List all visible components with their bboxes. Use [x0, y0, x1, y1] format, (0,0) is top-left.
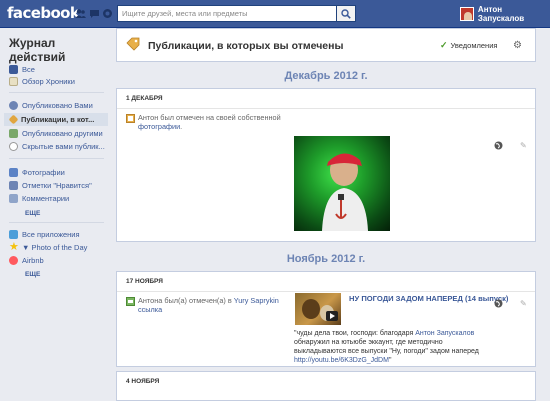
- timeline-icon: [9, 77, 18, 86]
- person-photo: [322, 153, 368, 231]
- sidebar-item-photo-of-the-day[interactable]: ★ ▼ Photo of the Day: [9, 241, 108, 254]
- apps-icon: [9, 230, 18, 239]
- sidebar-item-timeline-overview[interactable]: Обзор Хроники: [9, 75, 108, 88]
- sidebar-item-all-apps[interactable]: Все приложения: [9, 228, 108, 241]
- sidebar-item-comments[interactable]: Комментарии: [9, 192, 108, 205]
- sidebar-item-label: Все: [22, 65, 35, 74]
- notifications-label: Уведомления: [450, 41, 498, 50]
- sidebar-item-label: Опубликовано другими: [22, 129, 103, 138]
- person-icon: [9, 101, 18, 110]
- divider: [117, 108, 535, 109]
- video-thumbnail[interactable]: [295, 293, 341, 325]
- sidebar-more-link[interactable]: ЕЩЕ: [25, 210, 40, 217]
- video-title-link[interactable]: НУ ПОГОДИ ЗАДОМ НАПЕРЕД (14 выпуск): [349, 294, 509, 304]
- airbnb-icon: [9, 256, 18, 265]
- sidebar-divider: [9, 92, 104, 93]
- sidebar-item-hidden-posts[interactable]: Скрытые вами публик...: [9, 140, 108, 153]
- play-icon: [326, 311, 338, 321]
- globe-icon[interactable]: [494, 141, 503, 150]
- sidebar-item-label: Обзор Хроники: [22, 77, 75, 86]
- people-icon: [9, 129, 18, 138]
- divider: [117, 291, 535, 292]
- activity-story: Антона был(а) отмечен(а) в Yury Saprykin…: [138, 296, 293, 315]
- page-title: Публикации, в которых вы отмечены: [148, 40, 344, 52]
- shared-link[interactable]: ссылка: [138, 305, 162, 314]
- date-heading: 1 ДЕКАБРЯ: [126, 95, 163, 102]
- month-heading: Ноябрь 2012 г.: [286, 253, 366, 265]
- like-icon: [9, 181, 18, 190]
- shared-quote: "чуды дела твои, господи: благодаря Анто…: [294, 329, 494, 365]
- tag-icon: [126, 37, 140, 51]
- sidebar-item-label: Все приложения: [22, 230, 80, 239]
- tag-icon: [8, 114, 19, 125]
- story-punctuation: .: [180, 122, 183, 132]
- search-icon: [341, 9, 351, 19]
- star-icon: ★: [9, 241, 19, 253]
- photo-link[interactable]: фотографии: [138, 122, 180, 131]
- comment-icon: [9, 194, 18, 203]
- globe-icon[interactable]: [494, 299, 503, 308]
- activity-log-sidebar: Журнал действий Все Обзор Хроники Опубли…: [0, 28, 108, 369]
- sidebar-item-label: ▼ Photo of the Day: [22, 243, 88, 252]
- mentioned-user-link[interactable]: Антон Запускалов: [415, 330, 474, 337]
- photo-tag-icon: [126, 114, 135, 123]
- facebook-logo[interactable]: facebook: [7, 4, 80, 22]
- notifications-icon[interactable]: [102, 8, 113, 19]
- date-heading: 4 НОЯБРЯ: [126, 378, 160, 385]
- sidebar-item-label: Airbnb: [22, 256, 44, 265]
- month-heading: Декабрь 2012 г.: [284, 70, 368, 82]
- story-text: Антона был(а) отмечен(а) в: [138, 296, 232, 305]
- activity-log-main: Публикации, в которых вы отмечены ✓ Увед…: [116, 28, 536, 401]
- sidebar-divider: [9, 158, 104, 159]
- photos-icon: [9, 168, 18, 177]
- facebook-icon: [9, 65, 18, 74]
- user-profile-link[interactable]: Антон Запускалов: [460, 5, 550, 23]
- sidebar-item-tagged-posts[interactable]: Публикации, в кот...: [4, 113, 108, 126]
- quote-text: "чуды дела твои, господи: благодаря: [294, 330, 414, 337]
- tagged-photo[interactable]: [294, 136, 390, 231]
- sidebar-item-label: Фотографии: [22, 168, 65, 177]
- friend-link[interactable]: Yury Saprykin: [234, 296, 279, 305]
- notifications-toggle-button[interactable]: ✓ Уведомления: [440, 39, 497, 52]
- activity-day-card: 17 НОЯБРЯ Антона был(а) отмечен(а) в Yur…: [116, 271, 536, 367]
- messages-icon[interactable]: [89, 8, 100, 19]
- link-share-icon: [126, 297, 135, 306]
- quote-text: ": [388, 357, 392, 365]
- edit-pencil-icon[interactable]: ✎: [520, 299, 529, 308]
- video-url-link[interactable]: http://youtu.be/6K3DzG_JdDM: [294, 357, 389, 364]
- activity-day-card: 4 НОЯБРЯ: [116, 371, 536, 401]
- quote-text: обнаружил на ютьюбе эккаунт, где методич…: [294, 339, 479, 356]
- sidebar-item-label: Отметки "Нравится": [22, 181, 92, 190]
- sidebar-item-airbnb[interactable]: Airbnb: [9, 254, 108, 267]
- sidebar-item-label: Комментарии: [22, 194, 70, 203]
- friend-requests-icon[interactable]: [75, 8, 86, 19]
- search-input[interactable]: Ищите друзей, места или предметы: [117, 5, 337, 22]
- gear-icon: ⚙: [513, 40, 522, 51]
- page-header: Публикации, в которых вы отмечены ✓ Увед…: [116, 28, 536, 62]
- sidebar-title: Журнал действий: [9, 36, 66, 64]
- sidebar-item-posted-by-you[interactable]: Опубликовано Вами: [9, 99, 108, 112]
- checkmark-icon: ✓: [440, 40, 448, 50]
- sidebar-item-photos[interactable]: Фотографии: [9, 166, 108, 179]
- sidebar-item-posted-by-others[interactable]: Опубликовано другими: [9, 127, 108, 140]
- story-text: Антон был отмечен на своей собственной: [138, 113, 281, 122]
- user-name: Антон Запускалов: [477, 5, 525, 23]
- avatar: [460, 7, 474, 21]
- top-navigation-bar: facebook Ищите друзей, места или предмет…: [0, 0, 550, 28]
- edit-pencil-icon[interactable]: ✎: [520, 141, 529, 150]
- sidebar-item-label: Скрытые вами публик...: [22, 142, 105, 151]
- activity-story: Антон был отмечен на своей собственной ф…: [138, 113, 288, 132]
- sidebar-divider: [9, 222, 104, 223]
- sidebar-item-label: Опубликовано Вами: [22, 101, 93, 110]
- sidebar-more-link[interactable]: ЕЩЕ: [25, 271, 40, 278]
- sidebar-item-likes[interactable]: Отметки "Нравится": [9, 179, 108, 192]
- hidden-icon: [9, 142, 18, 151]
- settings-gear-button[interactable]: ⚙: [511, 39, 524, 52]
- sidebar-item-label: Публикации, в кот...: [21, 115, 95, 124]
- activity-day-card: 1 ДЕКАБРЯ Антон был отмечен на своей соб…: [116, 88, 536, 242]
- date-heading: 17 НОЯБРЯ: [126, 278, 163, 285]
- search-button[interactable]: [337, 5, 356, 22]
